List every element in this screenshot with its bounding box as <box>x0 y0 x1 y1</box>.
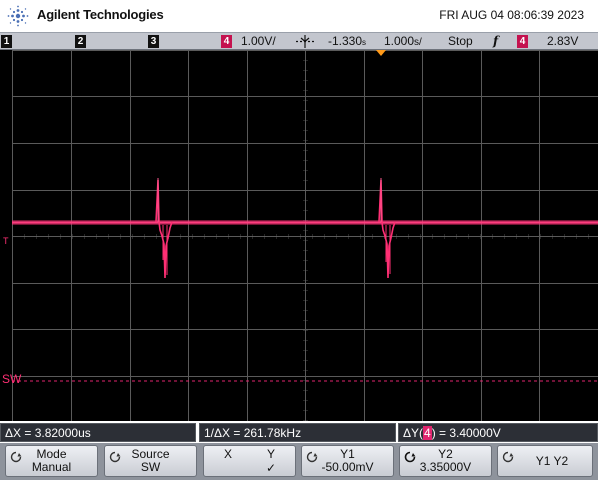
header-bar: Agilent Technologies FRI AUG 04 08:06:39… <box>0 0 598 32</box>
channel-1-indicator[interactable]: 1 <box>1 35 12 48</box>
falling-edge-icon: f <box>493 34 499 48</box>
trigger-level: 2.83V <box>547 34 579 48</box>
rotary-knob-icon <box>502 451 514 463</box>
brand-name: Agilent Technologies <box>37 7 164 22</box>
cursor-source-label: SW <box>2 372 22 386</box>
channel-2-indicator[interactable]: 2 <box>75 35 86 48</box>
rotary-knob-icon <box>109 451 121 463</box>
y2-softkey[interactable]: Y2 3.35000V <box>399 445 492 477</box>
source-softkey[interactable]: Source SW <box>104 445 197 477</box>
trigger-position-marker <box>376 50 386 56</box>
channel-4-scale: 1.00V/ <box>241 34 276 48</box>
rotary-knob-icon <box>10 451 22 463</box>
rotary-knob-icon <box>306 451 318 463</box>
x-label: X <box>224 447 233 461</box>
delta-x-readout: ΔX = 3.82000us <box>0 423 196 442</box>
waveform-display[interactable] <box>12 50 598 421</box>
y-selected-check: ✓ <box>265 461 276 475</box>
date-time: FRI AUG 04 08:06:39 2023 <box>439 8 584 22</box>
delta-y-readout: ΔY(4) = 3.40000V <box>398 423 598 442</box>
waveform-graticule <box>12 50 598 421</box>
inverse-delta-x-readout: 1/ΔX = 261.78kHz <box>199 423 396 442</box>
trigger-channel-indicator: 4 <box>517 35 528 48</box>
channel-4-indicator[interactable]: 4 <box>221 35 232 48</box>
y1-y2-softkey[interactable]: Y1 Y2 <box>497 445 593 477</box>
mode-softkey[interactable]: Mode Manual <box>5 445 98 477</box>
y1-softkey[interactable]: Y1 -50.00mV <box>301 445 394 477</box>
trigger-position-icon <box>296 35 314 48</box>
agilent-spark-icon <box>7 5 29 27</box>
time-offset: -1.330s <box>328 34 367 48</box>
time-scale: 1.000s/ <box>384 34 422 48</box>
rotary-knob-icon <box>404 451 416 463</box>
channel-status-bar: 1 2 3 4 1.00V/ -1.330s 1.000s/ Stop f 4 … <box>0 32 598 50</box>
ground-reference-marker: T <box>3 236 9 246</box>
channel-3-indicator[interactable]: 3 <box>148 35 159 48</box>
run-state: Stop <box>448 34 473 48</box>
x-y-softkey[interactable]: X Y ✓ <box>203 445 296 477</box>
y-label: Y <box>266 447 275 461</box>
